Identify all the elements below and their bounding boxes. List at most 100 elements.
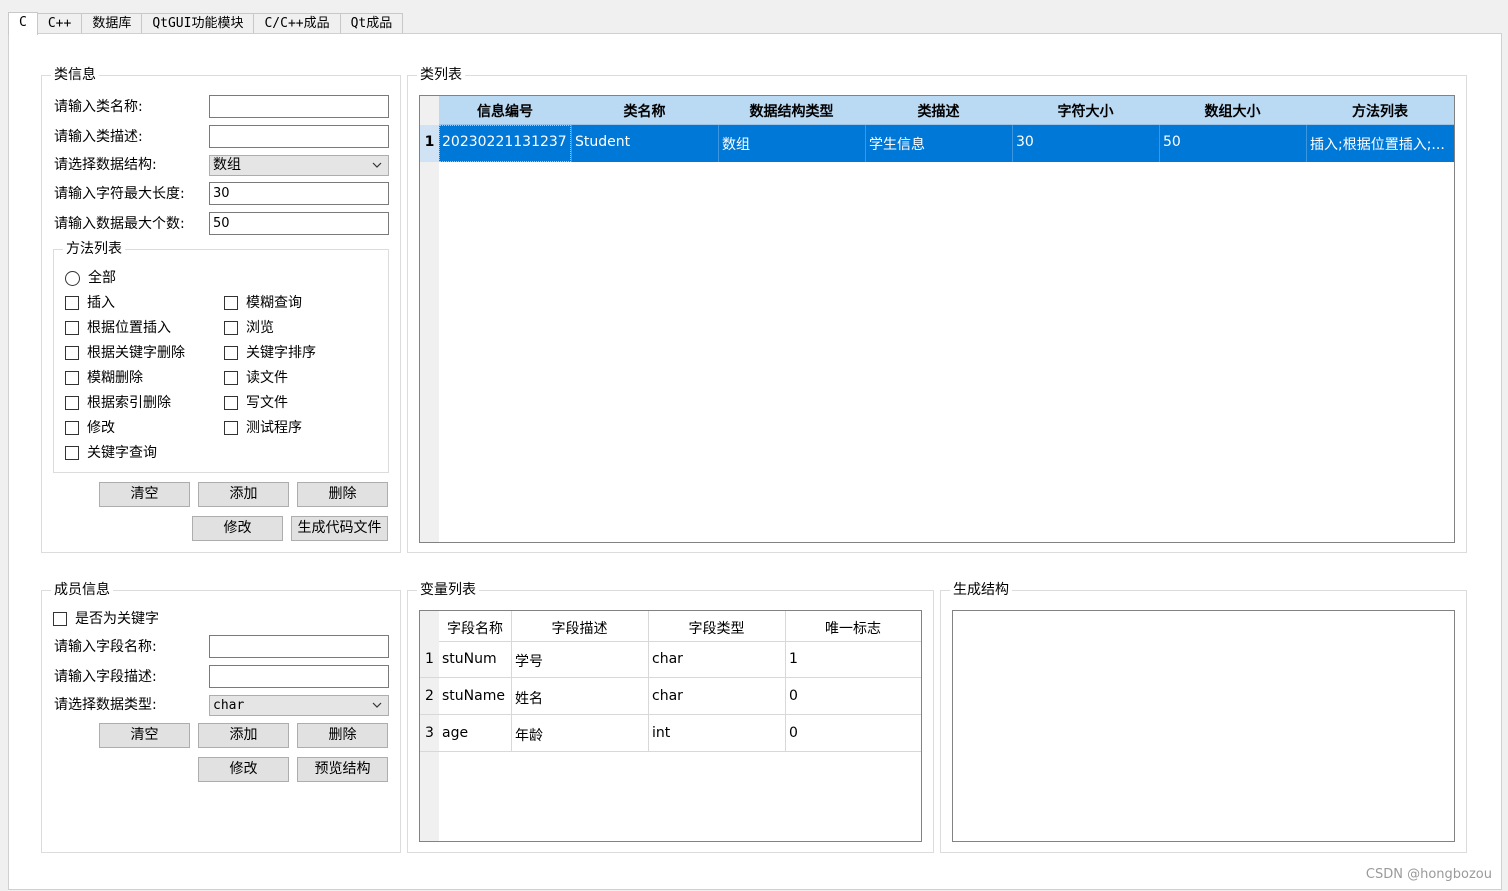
column-header[interactable]: 数据结构类型 bbox=[718, 101, 865, 121]
table-cell[interactable]: 姓名 bbox=[515, 688, 645, 708]
tab-qtgui[interactable]: QtGUI功能模块 bbox=[141, 13, 255, 34]
field-type-label: 请选择数据类型: bbox=[54, 697, 157, 713]
column-header[interactable]: 类描述 bbox=[865, 101, 1012, 121]
column-divider bbox=[1159, 125, 1160, 162]
table-cell[interactable]: 30 bbox=[1016, 134, 1156, 150]
is-key-checkbox[interactable]: 是否为关键字 bbox=[53, 610, 159, 628]
table-cell[interactable]: Student bbox=[575, 134, 715, 150]
table-cell[interactable]: 学生信息 bbox=[869, 134, 1009, 154]
gen-struct-title: 生成结构 bbox=[950, 581, 1012, 599]
struct-select-value: 数组 bbox=[213, 157, 241, 173]
field-desc-label: 请输入字段描述: bbox=[54, 669, 157, 685]
table-cell[interactable]: 0 bbox=[789, 725, 919, 741]
method-checkbox[interactable]: 浏览 bbox=[224, 319, 274, 337]
column-header[interactable]: 类名称 bbox=[571, 101, 718, 121]
preview-struct-button[interactable]: 预览结构 bbox=[297, 757, 388, 782]
field-desc-input[interactable] bbox=[209, 665, 389, 688]
tab-bar: C C++ 数据库 QtGUI功能模块 C/C++成品 Qt成品 bbox=[8, 12, 404, 35]
class-desc-label: 请输入类描述: bbox=[54, 129, 143, 145]
method-checkbox[interactable]: 根据位置插入 bbox=[65, 319, 171, 337]
column-divider bbox=[921, 611, 922, 751]
checkbox-box bbox=[65, 421, 79, 435]
column-header[interactable]: 唯一标志 bbox=[785, 618, 921, 638]
column-header[interactable]: 信息编号 bbox=[439, 101, 571, 121]
row-number: 1 bbox=[424, 134, 435, 150]
class-delete-button[interactable]: 删除 bbox=[297, 482, 388, 507]
table-cell[interactable]: 1 bbox=[789, 651, 919, 667]
method-checkbox[interactable]: 关键字排序 bbox=[224, 344, 316, 362]
class-modify-button[interactable]: 修改 bbox=[192, 516, 283, 541]
class-desc-input[interactable] bbox=[209, 125, 389, 148]
column-header[interactable]: 字段名称 bbox=[439, 618, 511, 638]
checkbox-box bbox=[224, 296, 238, 310]
table-cell[interactable]: char bbox=[652, 651, 782, 667]
var-list-table[interactable]: 字段名称 字段描述 字段类型 唯一标志 1 stuNum 学号 char 1 2… bbox=[419, 610, 922, 842]
tab-database[interactable]: 数据库 bbox=[81, 13, 143, 34]
column-header[interactable]: 字段描述 bbox=[511, 618, 648, 638]
member-info-group: 成员信息 bbox=[41, 581, 401, 853]
class-list-table[interactable]: 信息编号 类名称 数据结构类型 类描述 字符大小 数组大小 方法列表 1 202… bbox=[419, 95, 1455, 543]
table-cell[interactable]: stuNum bbox=[442, 651, 510, 667]
field-type-value: char bbox=[213, 698, 245, 713]
member-add-button[interactable]: 添加 bbox=[198, 723, 289, 748]
field-type-select[interactable]: char bbox=[209, 695, 389, 716]
watermark: CSDN @hongbozou bbox=[1365, 867, 1492, 882]
method-checkbox[interactable]: 根据索引删除 bbox=[65, 394, 171, 412]
method-checkbox[interactable]: 写文件 bbox=[224, 394, 288, 412]
method-checkbox[interactable]: 修改 bbox=[65, 419, 115, 437]
column-header[interactable]: 方法列表 bbox=[1306, 101, 1454, 121]
method-label: 根据索引删除 bbox=[87, 395, 171, 411]
member-delete-button[interactable]: 删除 bbox=[297, 723, 388, 748]
table-cell[interactable]: 50 bbox=[1163, 134, 1303, 150]
member-clear-button[interactable]: 清空 bbox=[99, 723, 190, 748]
method-label: 模糊查询 bbox=[246, 295, 302, 311]
method-checkbox[interactable]: 模糊删除 bbox=[65, 369, 143, 387]
table-cell[interactable]: 学号 bbox=[515, 651, 645, 671]
table-cell[interactable]: 数组 bbox=[722, 134, 862, 154]
class-list-title: 类列表 bbox=[417, 66, 465, 84]
tab-c[interactable]: C bbox=[8, 12, 38, 35]
strlen-input[interactable]: 30 bbox=[209, 182, 389, 205]
method-checkbox[interactable]: 测试程序 bbox=[224, 419, 302, 437]
class-add-button[interactable]: 添加 bbox=[198, 482, 289, 507]
method-label: 测试程序 bbox=[246, 420, 302, 436]
field-name-input[interactable] bbox=[209, 635, 389, 658]
method-checkbox[interactable]: 根据关键字删除 bbox=[65, 344, 185, 362]
gen-struct-textarea[interactable] bbox=[952, 610, 1455, 842]
method-all-radio[interactable]: 全部 bbox=[65, 269, 116, 287]
table-cell[interactable]: 插入;根据位置插入;... bbox=[1310, 134, 1450, 154]
method-label: 修改 bbox=[87, 420, 115, 436]
checkbox-box bbox=[65, 396, 79, 410]
column-header[interactable]: 数组大小 bbox=[1159, 101, 1306, 121]
column-header[interactable]: 字符大小 bbox=[1012, 101, 1159, 121]
method-checkbox[interactable]: 关键字查询 bbox=[65, 444, 157, 462]
generate-code-button[interactable]: 生成代码文件 bbox=[291, 516, 388, 541]
column-divider bbox=[718, 125, 719, 162]
checkbox-box bbox=[53, 612, 67, 626]
tab-qt-products[interactable]: Qt成品 bbox=[339, 13, 404, 34]
class-name-input[interactable] bbox=[209, 95, 389, 118]
member-modify-button[interactable]: 修改 bbox=[198, 757, 289, 782]
table-cell[interactable]: 年龄 bbox=[515, 725, 645, 745]
class-clear-button[interactable]: 清空 bbox=[99, 482, 190, 507]
tab-cpp[interactable]: C++ bbox=[36, 13, 83, 34]
row-divider bbox=[420, 714, 921, 715]
row-divider bbox=[420, 677, 921, 678]
tab-cpp-products[interactable]: C/C++成品 bbox=[253, 13, 341, 34]
table-cell[interactable]: 0 bbox=[789, 688, 919, 704]
checkbox-box bbox=[224, 421, 238, 435]
table-cell[interactable]: int bbox=[652, 725, 782, 741]
method-checkbox[interactable]: 插入 bbox=[65, 294, 115, 312]
table-cell[interactable]: age bbox=[442, 725, 510, 741]
method-label: 关键字排序 bbox=[246, 345, 316, 361]
method-checkbox[interactable]: 模糊查询 bbox=[224, 294, 302, 312]
table-cell[interactable]: stuName bbox=[442, 688, 512, 704]
column-header[interactable]: 字段类型 bbox=[648, 618, 785, 638]
struct-select[interactable]: 数组 bbox=[209, 155, 389, 176]
table-cell[interactable]: 20230221131237 bbox=[442, 134, 570, 150]
column-divider bbox=[571, 125, 572, 162]
table-cell[interactable]: char bbox=[652, 688, 782, 704]
checkbox-box bbox=[65, 296, 79, 310]
count-input[interactable]: 50 bbox=[209, 212, 389, 235]
method-checkbox[interactable]: 读文件 bbox=[224, 369, 288, 387]
